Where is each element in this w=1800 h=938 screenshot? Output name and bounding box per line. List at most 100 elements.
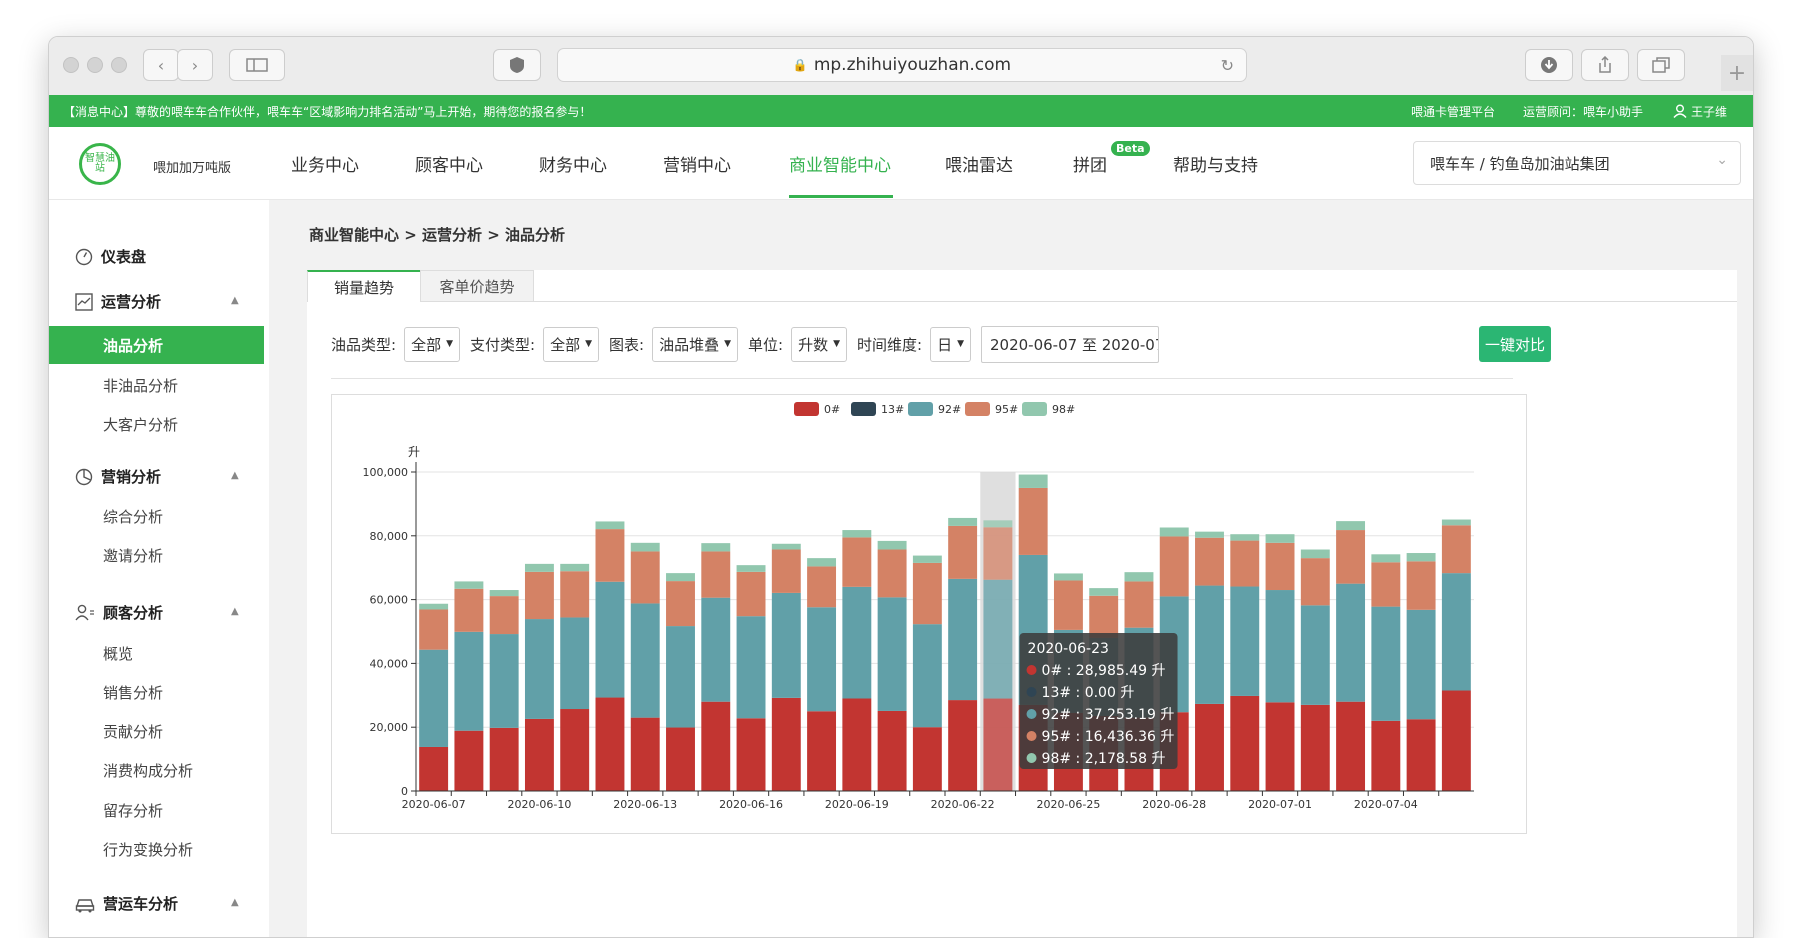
sidebar-item-contribution[interactable]: 贡献分析 (103, 721, 163, 742)
bar-segment-95[interactable] (1159, 536, 1189, 597)
share-button[interactable] (1581, 49, 1629, 81)
bar-segment-95[interactable] (1089, 595, 1119, 638)
privacy-button[interactable] (493, 49, 541, 81)
bar-segment-92[interactable] (912, 624, 942, 728)
bar-segment-95[interactable] (983, 527, 1013, 580)
bar-segment-98[interactable] (877, 540, 907, 550)
bar-segment-95[interactable] (1124, 581, 1154, 628)
sidebar-item-overall[interactable]: 综合分析 (103, 506, 163, 527)
bar-segment-98[interactable] (454, 581, 484, 589)
bar-segment-95[interactable] (1230, 540, 1260, 587)
bar-segment-98[interactable] (1336, 521, 1366, 531)
bar-segment-95[interactable] (1053, 580, 1083, 630)
advisor-link[interactable]: 运营顾问：喂车小助手 (1523, 103, 1643, 120)
bar-segment-95[interactable] (454, 588, 484, 632)
sidebar-group-ops[interactable]: 运营分析 (75, 291, 161, 312)
sidebar-item-oil[interactable]: 油品分析 (103, 335, 163, 356)
user-menu[interactable]: 王子维 (1673, 103, 1727, 120)
legend-swatch[interactable] (965, 402, 990, 416)
legend-swatch[interactable] (1022, 402, 1047, 416)
bar-segment-98[interactable] (1124, 572, 1154, 582)
bar-segment-95[interactable] (630, 551, 660, 604)
bar-segment-98[interactable] (948, 517, 978, 526)
bar-segment-92[interactable] (1265, 590, 1295, 703)
time-dim-select[interactable]: 日 ▼ (930, 326, 971, 362)
bar-segment-95[interactable] (736, 571, 766, 617)
bar-segment-92[interactable] (842, 586, 872, 699)
bar-segment-98[interactable] (807, 558, 837, 567)
bar-segment-0[interactable] (560, 709, 590, 791)
bar-segment-0[interactable] (1300, 704, 1330, 791)
bar-segment-0[interactable] (771, 697, 801, 791)
bar-segment-98[interactable] (595, 521, 625, 530)
minimize-window-button[interactable] (87, 57, 103, 73)
bar-segment-92[interactable] (454, 631, 484, 731)
card-platform-link[interactable]: 喂通卡管理平台 (1411, 103, 1495, 120)
nav-bi[interactable]: 商业智能中心 (789, 151, 891, 176)
bar-segment-0[interactable] (1230, 695, 1260, 791)
compare-button[interactable]: 一键对比 (1479, 326, 1551, 362)
bar-segment-95[interactable] (560, 571, 590, 618)
tab-volume-trend[interactable]: 销量趋势 (307, 270, 421, 302)
date-range-input[interactable]: 2020-06-07 至 2020-07-06 (981, 325, 1159, 363)
bar-segment-98[interactable] (771, 543, 801, 550)
bar-segment-0[interactable] (1441, 690, 1471, 791)
sidebar-group-marketing[interactable]: 营销分析 (75, 466, 161, 487)
bar-segment-95[interactable] (1371, 562, 1401, 607)
caret-up-icon[interactable]: ▲ (231, 897, 239, 908)
bar-segment-98[interactable] (1053, 573, 1083, 581)
bar-segment-0[interactable] (701, 701, 731, 791)
sidebar-item-overview[interactable]: 概览 (103, 643, 133, 664)
bar-segment-95[interactable] (912, 562, 942, 625)
bar-segment-98[interactable] (560, 563, 590, 572)
bar-segment-0[interactable] (1265, 702, 1295, 791)
tabs-overview-button[interactable] (1637, 49, 1685, 81)
bar-segment-95[interactable] (842, 537, 872, 587)
bar-segment-98[interactable] (666, 573, 695, 582)
bar-segment-0[interactable] (842, 698, 872, 791)
bar-segment-92[interactable] (948, 578, 978, 701)
bar-segment-95[interactable] (771, 549, 801, 593)
bar-segment-92[interactable] (560, 617, 590, 710)
bar-segment-0[interactable] (489, 727, 519, 791)
legend-label[interactable]: 92# (938, 403, 961, 416)
bar-segment-0[interactable] (736, 718, 766, 791)
bar-segment-95[interactable] (1441, 525, 1471, 574)
legend-swatch[interactable] (794, 402, 819, 416)
bar-segment-95[interactable] (489, 596, 519, 635)
bar-segment-98[interactable] (1195, 531, 1224, 538)
bar-segment-95[interactable] (807, 566, 837, 608)
bar-segment-95[interactable] (948, 525, 978, 579)
bar-segment-92[interactable] (807, 607, 837, 712)
bar-segment-95[interactable] (877, 549, 907, 598)
sidebar-item-composition[interactable]: 消费构成分析 (103, 760, 193, 781)
bar-segment-98[interactable] (524, 563, 554, 572)
bar-segment-98[interactable] (1018, 474, 1048, 488)
nav-help[interactable]: 帮助与支持 (1173, 151, 1258, 176)
bar-segment-95[interactable] (1406, 561, 1436, 610)
nav-business[interactable]: 业务中心 (291, 151, 359, 176)
bar-segment-0[interactable] (1336, 701, 1366, 791)
downloads-button[interactable] (1525, 49, 1573, 81)
bar-segment-92[interactable] (771, 592, 801, 698)
bar-segment-98[interactable] (912, 555, 942, 563)
bar-segment-92[interactable] (1406, 609, 1436, 720)
sidebar-item-retention[interactable]: 留存分析 (103, 800, 163, 821)
legend-swatch[interactable] (908, 402, 933, 416)
bar-segment-92[interactable] (630, 603, 660, 718)
bar-segment-98[interactable] (983, 520, 1013, 528)
bar-segment-92[interactable] (419, 649, 449, 747)
bar-segment-92[interactable] (1230, 586, 1260, 696)
bar-segment-92[interactable] (1371, 606, 1401, 721)
bar-segment-95[interactable] (1265, 542, 1295, 591)
caret-up-icon[interactable]: ▲ (231, 470, 239, 481)
nav-radar[interactable]: 喂油雷达 (945, 151, 1013, 176)
pay-type-select[interactable]: 全部 ▼ (543, 326, 599, 362)
bar-segment-0[interactable] (595, 697, 625, 791)
bar-segment-92[interactable] (666, 626, 695, 728)
chart-type-select[interactable]: 油品堆叠 ▼ (652, 326, 738, 362)
bar-segment-92[interactable] (1300, 605, 1330, 705)
bar-segment-98[interactable] (489, 590, 519, 597)
bar-segment-0[interactable] (630, 717, 660, 791)
sidebar-toggle-button[interactable] (229, 49, 285, 81)
